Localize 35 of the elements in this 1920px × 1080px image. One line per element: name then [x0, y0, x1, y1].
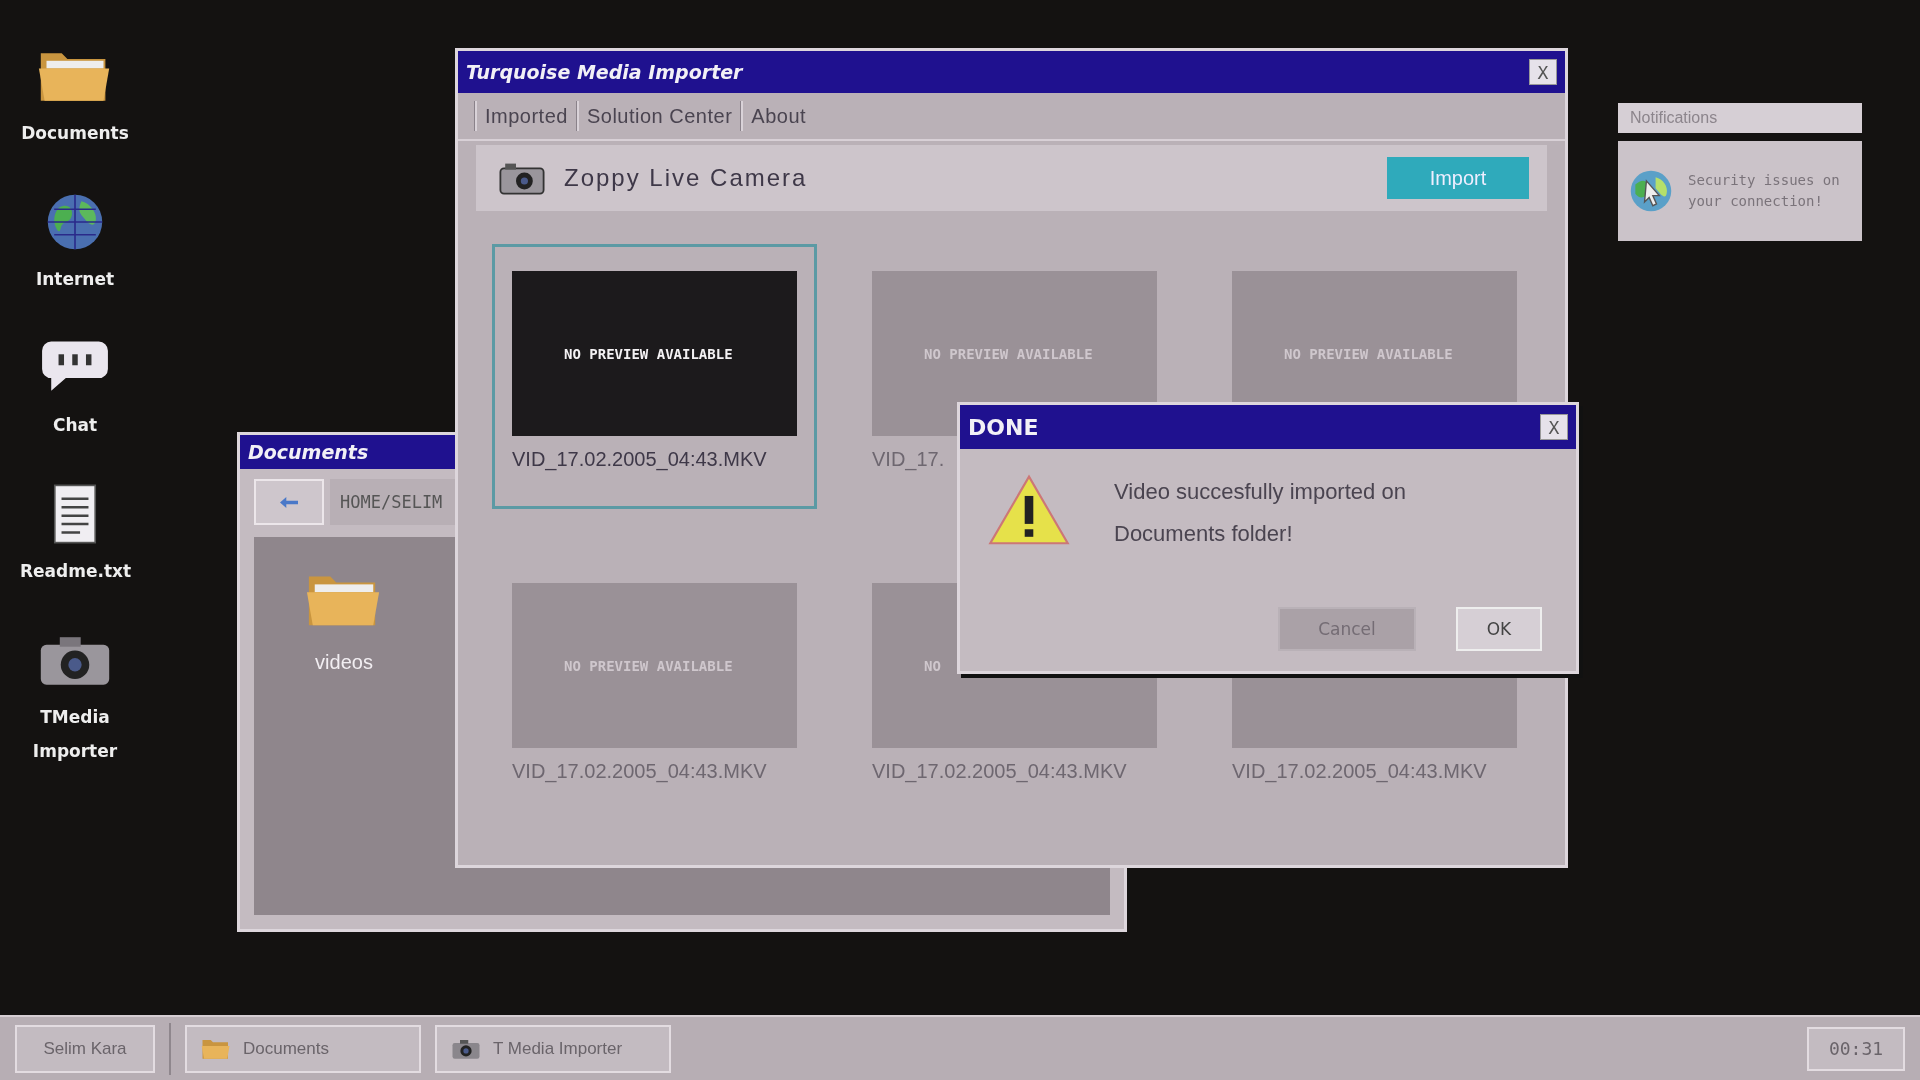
- notification-card[interactable]: Security issues on your connection!: [1618, 141, 1862, 241]
- file-name: VID_17.02.2005_04:43.MKV: [512, 448, 768, 471]
- close-button[interactable]: X: [1529, 59, 1557, 85]
- notifications-header: Notifications: [1618, 103, 1862, 133]
- import-button[interactable]: Import: [1387, 157, 1529, 199]
- window-title: Documents: [248, 441, 369, 463]
- device-name: Zoppy Live Camera: [564, 164, 808, 192]
- preview-message: NO PREVIEW AVAILABLE: [564, 345, 733, 362]
- user-button[interactable]: Selim Kara: [15, 1024, 155, 1073]
- selected-file-tile[interactable]: NO PREVIEW AVAILABLE VID_17.02.2005_04:43.MKV: [492, 244, 817, 509]
- taskbar-item[interactable]: Documents: [185, 1024, 421, 1073]
- file-name: VID_17.02.2005_04:43.MKV: [872, 760, 1128, 783]
- dialog-button[interactable]: OK: [1456, 607, 1542, 651]
- notification-message: Security issues on your connection!: [1688, 171, 1841, 211]
- back-button[interactable]: [254, 479, 324, 525]
- folder-label[interactable]: videos: [315, 651, 373, 674]
- icon-label[interactable]: Internet: [10, 262, 140, 296]
- file-name: VID_17.: [872, 448, 946, 471]
- icon-label[interactable]: Documents: [10, 116, 140, 150]
- taskbar-item[interactable]: T Media Importer: [435, 1024, 671, 1073]
- left-arrow-icon: [280, 496, 298, 508]
- icon-label[interactable]: Chat: [10, 408, 140, 442]
- file-name: VID_17.02.2005_04:43.MKV: [512, 760, 768, 783]
- clock: 00:31: [1807, 1026, 1905, 1071]
- close-button[interactable]: X: [1540, 414, 1568, 440]
- dialog-message: Video succesfully imported on Documents folder!: [1114, 478, 1407, 548]
- globe-cursor-icon: [1628, 168, 1674, 214]
- file-name: VID_17.02.2005_04:43.MKV: [1232, 760, 1488, 783]
- menu-item[interactable]: About: [751, 104, 807, 128]
- menu-item[interactable]: Imported: [485, 104, 568, 128]
- icon-label[interactable]: Readme.txt: [10, 554, 140, 588]
- menu-item[interactable]: Solution Center: [586, 104, 733, 128]
- icon-label[interactable]: TMedia Importer: [10, 700, 140, 768]
- window-title: Turquoise Media Importer: [466, 61, 743, 83]
- dialog-title: DONE: [968, 414, 1039, 440]
